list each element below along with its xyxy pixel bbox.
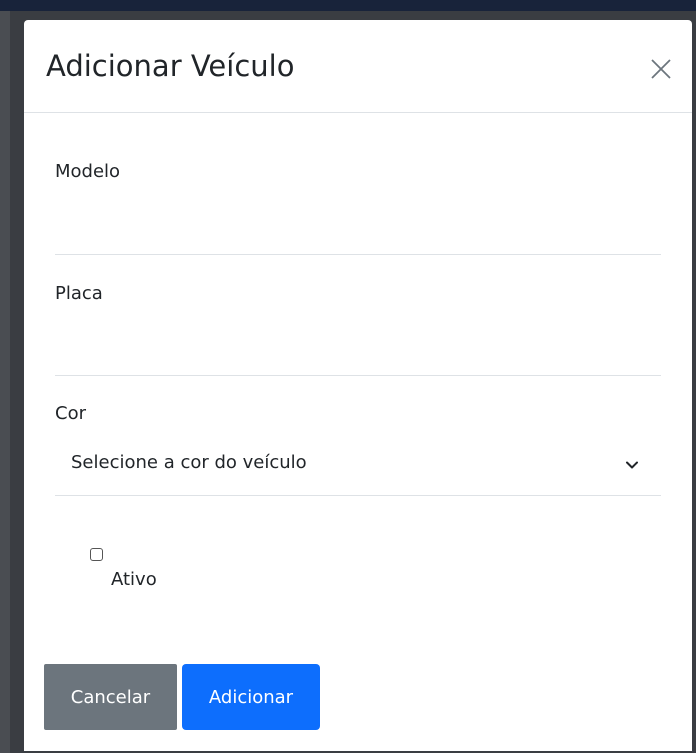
close-icon bbox=[651, 59, 671, 79]
add-button[interactable]: Adicionar bbox=[182, 664, 320, 730]
modelo-input[interactable] bbox=[55, 215, 661, 255]
cancel-button[interactable]: Cancelar bbox=[44, 664, 177, 730]
placa-label: Placa bbox=[55, 283, 103, 304]
ativo-label: Ativo bbox=[111, 569, 157, 590]
modal-title: Adicionar Veículo bbox=[46, 49, 295, 83]
ativo-checkbox[interactable] bbox=[90, 548, 103, 561]
close-button[interactable] bbox=[646, 54, 676, 84]
placa-input[interactable] bbox=[55, 336, 661, 376]
modal-header: Adicionar Veículo bbox=[24, 20, 692, 113]
chevron-down-icon bbox=[626, 461, 638, 469]
cor-select-value: Selecione a cor do veículo bbox=[71, 452, 307, 473]
add-vehicle-modal: Adicionar Veículo Modelo Placa Cor Selec… bbox=[24, 20, 692, 751]
modelo-label: Modelo bbox=[55, 161, 121, 182]
backdrop-left bbox=[0, 11, 10, 753]
backdrop-top bbox=[0, 0, 696, 11]
cor-select[interactable]: Selecione a cor do veículo bbox=[55, 436, 661, 496]
cor-label: Cor bbox=[55, 403, 86, 424]
